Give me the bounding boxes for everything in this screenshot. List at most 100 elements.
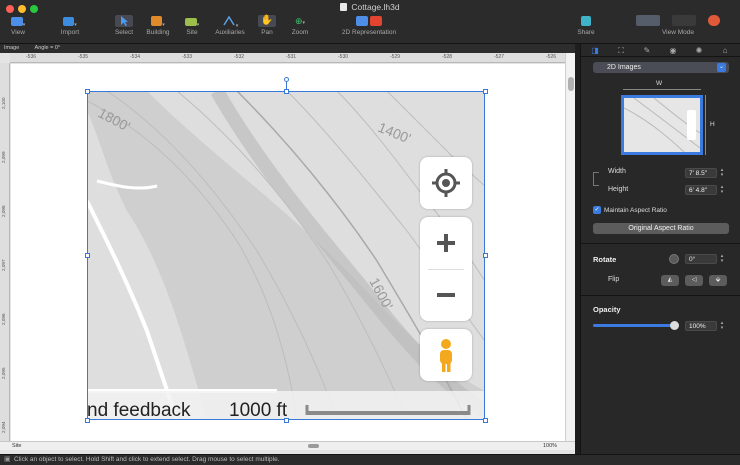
opacity-slider-track[interactable]	[593, 324, 675, 327]
ruler-top-tick: -529	[390, 54, 401, 60]
selected-object-type: Image	[4, 45, 20, 51]
pan-label: Pan	[261, 29, 273, 36]
status-bar: ▣ Click an object to select. Hold Shift …	[0, 454, 740, 465]
hand-icon: ✋	[258, 15, 276, 27]
resize-handle-bottom[interactable]	[284, 418, 289, 423]
category-select[interactable]: 2D Images ⌄	[593, 62, 729, 73]
view-button[interactable]: ▾ View	[4, 15, 32, 43]
2d-representation-button[interactable]: 2D Representation	[336, 15, 402, 43]
ruler-left-tick: 2,094	[1, 421, 6, 434]
sun-tab-icon[interactable]: ✺	[693, 46, 705, 55]
selection-angle: Angle = 0°	[34, 45, 61, 51]
ruler-top-tick: -526	[546, 54, 557, 60]
horizontal-scroll-thumb[interactable]	[308, 444, 319, 448]
camera-tab-icon[interactable]: ◉	[667, 46, 679, 55]
opacity-slider-fill	[593, 324, 675, 327]
width-stepper[interactable]: ▴ ▾	[719, 168, 725, 178]
link-icon[interactable]	[593, 172, 599, 186]
zoom-label: Zoom	[291, 29, 309, 36]
opacity-slider-knob[interactable]	[670, 321, 679, 330]
view-mode-control[interactable]: View Mode	[623, 15, 733, 43]
rotate-field[interactable]: 0°	[685, 254, 717, 264]
share-button[interactable]: Share	[573, 15, 599, 43]
resize-handle-left[interactable]	[85, 253, 90, 258]
horizontal-ruler: -536 -535 -534 -533 -532 -531 -530 -529 -528 -527…	[10, 53, 565, 63]
layer-name[interactable]: Site	[12, 442, 21, 450]
magnifier-icon: ⊕▾	[294, 16, 306, 26]
import-button[interactable]: ▾ Import	[56, 15, 84, 43]
view-label: View	[11, 29, 25, 36]
ruler-top-tick: -534	[130, 54, 141, 60]
ruler-top-tick: -531	[286, 54, 297, 60]
inspector-tabs: ◨ ⛶ ✎ ◉ ✺ ⌂	[581, 44, 740, 57]
resize-handle-bottom-left[interactable]	[85, 418, 90, 423]
maintain-aspect-checkbox[interactable]: ✓	[593, 206, 601, 214]
ruler-top-tick: -527	[494, 54, 505, 60]
height-label: Height	[608, 186, 629, 193]
3d-view-icon[interactable]	[707, 15, 720, 26]
app-window: Cottage.lh3d ▾ View ▾ Import Select ▾ Bu…	[0, 0, 740, 465]
vertical-ruler: 2,100 2,099 2,098 2,097 2,096 2,095 2,094	[0, 63, 10, 441]
object-tab-icon[interactable]: ◨	[589, 46, 601, 55]
select-tool-button[interactable]: Select	[110, 15, 138, 43]
share-icon	[577, 15, 595, 27]
zoom-level[interactable]: 100%	[543, 442, 557, 450]
rotation-handle[interactable]	[284, 77, 289, 82]
resize-handle-top-right[interactable]	[483, 89, 488, 94]
flip-label: Flip	[608, 276, 620, 283]
ruler-top-tick: -533	[182, 54, 193, 60]
building-button[interactable]: ▾ Building	[143, 15, 173, 43]
vertical-scroll-thumb[interactable]	[568, 77, 574, 91]
toolbar: Cottage.lh3d ▾ View ▾ Import Select ▾ Bu…	[0, 0, 740, 44]
width-field[interactable]: 7' 8.5"	[685, 168, 717, 178]
status-text: Click an object to select. Hold Shift an…	[14, 456, 280, 463]
view-mode-label: View Mode	[661, 29, 695, 36]
material-tab-icon[interactable]: ⛶	[615, 46, 627, 55]
divider	[581, 243, 740, 244]
flip-vertical-button[interactable]: ◁	[685, 275, 703, 286]
auxiliaries-button[interactable]: ▾ Auxiliaries	[212, 15, 248, 43]
opacity-field[interactable]: 100%	[685, 321, 717, 331]
rotation-dial-icon[interactable]	[669, 254, 679, 264]
auxiliaries-icon: ▾	[221, 15, 239, 29]
ruler-top-tick: -536	[26, 54, 37, 60]
zoom-button[interactable]: ⊕▾ Zoom	[287, 15, 313, 43]
inspector-panel: ◨ ⛶ ✎ ◉ ✺ ⌂ 2D Images ⌄ W H Width 7' 8.5…	[580, 44, 740, 454]
window-title-text: Cottage.lh3d	[351, 2, 400, 12]
ruler-left-tick: 2,099	[1, 151, 6, 164]
split-view-icon[interactable]	[672, 15, 696, 26]
import-icon: ▾	[61, 15, 79, 28]
thumbnail-width-label: W	[656, 80, 663, 87]
divider	[581, 295, 740, 296]
ruler-left-tick: 2,098	[1, 205, 6, 218]
thumbnail-height-label: H	[710, 121, 715, 128]
ruler-left-tick: 2,097	[1, 259, 6, 272]
pan-tool-button[interactable]: ✋ Pan	[254, 15, 280, 43]
selection-info-bar: Image Angle = 0°	[0, 44, 575, 53]
resize-handle-top-left[interactable]	[85, 89, 90, 94]
flip-horizontal-button[interactable]: ◭	[661, 275, 679, 286]
original-aspect-ratio-button[interactable]: Original Aspect Ratio	[593, 223, 729, 234]
height-field[interactable]: 6' 4.8"	[685, 185, 717, 195]
width-label: Width	[608, 168, 626, 175]
pencil-tab-icon[interactable]: ✎	[641, 46, 653, 55]
ruler-left-tick: 2,100	[1, 97, 6, 110]
resize-handle-bottom-right[interactable]	[483, 418, 488, 423]
flip-other-button[interactable]: ⬙	[709, 275, 727, 286]
plan-view-icon[interactable]	[636, 15, 661, 26]
rotate-stepper[interactable]: ▴ ▾	[719, 254, 725, 264]
resize-handle-right[interactable]	[483, 253, 488, 258]
site-label: Site	[186, 29, 198, 36]
ruler-top-tick: -530	[338, 54, 349, 60]
vertical-scrollbar[interactable]	[565, 53, 575, 443]
image-thumbnail	[621, 95, 703, 155]
height-stepper[interactable]: ▴ ▾	[719, 185, 725, 195]
house-tab-icon[interactable]: ⌂	[719, 46, 731, 55]
opacity-stepper[interactable]: ▴ ▾	[719, 321, 725, 331]
site-button[interactable]: ▾ Site	[178, 15, 206, 43]
opacity-label: Opacity	[593, 305, 621, 314]
building-label: Building	[146, 29, 170, 36]
window-title: Cottage.lh3d	[0, 2, 740, 12]
resize-handle-top[interactable]	[284, 89, 289, 94]
maintain-aspect-label: Maintain Aspect Ratio	[604, 207, 667, 214]
